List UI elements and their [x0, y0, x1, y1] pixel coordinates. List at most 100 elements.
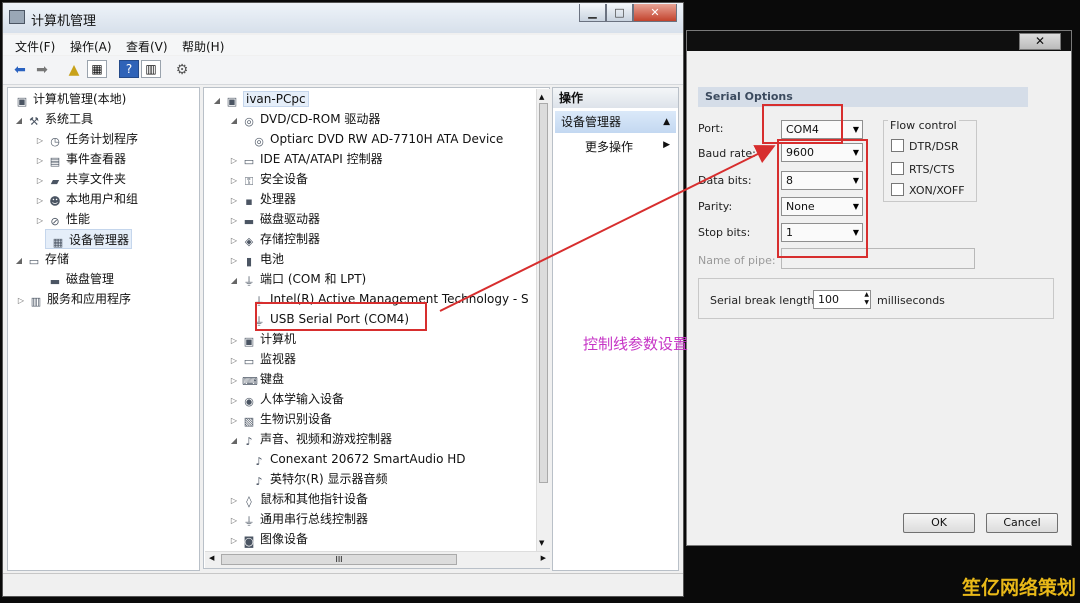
device-category[interactable]: ▷ ⚿ 安全设备 — [229, 169, 308, 189]
collapse-arrow-icon[interactable]: ◢ — [229, 431, 239, 451]
device-category[interactable]: ▷ ▮ 电池 — [229, 249, 284, 269]
collapse-arrow-icon[interactable]: ◢ — [212, 91, 222, 111]
tree-label: 端口 (COM 和 LPT) — [260, 272, 367, 286]
menu-help[interactable]: 帮助(H) — [182, 38, 224, 55]
tree-item-device-manager[interactable]: ▦ 设备管理器 — [45, 229, 133, 249]
collapse-arrow-icon[interactable]: ◢ — [14, 111, 24, 131]
expand-arrow-icon[interactable]: ▷ — [35, 171, 45, 191]
device-category[interactable]: ▷ ▬ 磁盘驱动器 — [229, 209, 320, 229]
tree-label: ivan-PCpc — [243, 91, 309, 107]
tree-label: 计算机 — [260, 332, 297, 346]
expand-arrow-icon[interactable]: ▷ — [229, 191, 239, 211]
tree-item-system-tools[interactable]: ◢ ⚒ 系统工具 — [14, 109, 93, 129]
battery-icon: ▮ — [245, 255, 253, 268]
cancel-button[interactable]: Cancel — [986, 513, 1058, 533]
device-category[interactable]: ▷ ▭ 监视器 — [229, 349, 296, 369]
tree-item-local-users[interactable]: ▷ ☻ 本地用户和组 — [35, 189, 138, 209]
expand-arrow-icon[interactable]: ▷ — [229, 331, 239, 351]
actions-section-device-manager[interactable]: 设备管理器 ▲ — [555, 111, 676, 133]
tree-label: 英特尔(R) 显示器音频 — [270, 472, 388, 486]
actions-pane: 操作 设备管理器 ▲ 更多操作 ▶ — [552, 87, 679, 571]
menu-file[interactable]: 文件(F) — [15, 38, 55, 55]
action-pane-icon[interactable]: ▥ — [141, 60, 161, 78]
collapse-up-icon[interactable]: ▲ — [663, 111, 670, 133]
expand-arrow-icon[interactable]: ▷ — [229, 391, 239, 411]
expand-arrow-icon[interactable]: ▷ — [229, 531, 239, 551]
device-tree-vscrollbar[interactable]: ▲ ▼ — [536, 89, 551, 551]
scroll-right-icon[interactable]: ▶ — [541, 554, 546, 562]
device-item[interactable]: ♪ 英特尔(R) 显示器音频 — [249, 469, 388, 489]
scroll-left-icon[interactable]: ◀ — [209, 554, 214, 562]
device-category[interactable]: ◢ ♪ 声音、视频和游戏控制器 — [229, 429, 392, 449]
expand-arrow-icon[interactable]: ▷ — [229, 491, 239, 511]
device-category[interactable]: ▷ ⏚ 通用串行总线控制器 — [229, 509, 368, 529]
hscroll-thumb[interactable]: III — [221, 554, 457, 565]
device-category[interactable]: ▷ ▭ IDE ATA/ATAPI 控制器 — [229, 149, 383, 169]
collapse-arrow-icon[interactable]: ◢ — [229, 271, 239, 291]
scroll-down-icon[interactable]: ▼ — [539, 539, 544, 547]
expand-arrow-icon[interactable]: ▷ — [229, 411, 239, 431]
tree-item-services-apps[interactable]: ▷ ▥ 服务和应用程序 — [16, 289, 131, 309]
vscroll-thumb[interactable] — [539, 103, 548, 483]
minimize-button[interactable]: ▁ — [579, 4, 606, 22]
collapse-arrow-icon[interactable]: ◢ — [229, 111, 239, 131]
forward-arrow-icon[interactable]: ➡ — [33, 62, 51, 78]
menu-action[interactable]: 操作(A) — [70, 38, 112, 55]
expand-arrow-icon[interactable]: ▷ — [229, 211, 239, 231]
expand-arrow-icon[interactable]: ▷ — [229, 511, 239, 531]
help-icon[interactable]: ? — [119, 60, 139, 78]
device-category[interactable]: ◢ ⏚ 端口 (COM 和 LPT) — [229, 269, 366, 289]
maximize-button[interactable]: □ — [606, 4, 633, 22]
device-category[interactable]: ▷ ◊ 鼠标和其他指针设备 — [229, 489, 368, 509]
device-category[interactable]: ▷ ▪ 处理器 — [229, 189, 296, 209]
tree-item-storage[interactable]: ◢ ▭ 存储 — [14, 249, 69, 269]
tree-item-computer-management[interactable]: ▣ 计算机管理(本地) — [12, 89, 127, 109]
rts-cts-checkbox[interactable]: RTS/CTS — [891, 162, 955, 176]
up-folder-icon[interactable]: ▲ — [65, 62, 83, 78]
device-category[interactable]: ▷ ◉ 人体学输入设备 — [229, 389, 344, 409]
ok-button[interactable]: OK — [903, 513, 975, 533]
more-actions-item[interactable]: 更多操作 — [585, 138, 633, 155]
expand-arrow-icon[interactable]: ▷ — [35, 131, 45, 151]
device-category[interactable]: ▷ ◈ 存储控制器 — [229, 229, 320, 249]
close-button[interactable]: ✕ — [633, 4, 677, 22]
back-arrow-icon[interactable]: ⬅ — [11, 62, 29, 78]
expand-arrow-icon[interactable]: ▷ — [35, 191, 45, 211]
console-tree-icon[interactable]: ▦ — [87, 60, 107, 78]
menu-view[interactable]: 查看(V) — [126, 38, 168, 55]
device-category[interactable]: ▷ ⌨ 键盘 — [229, 369, 284, 389]
device-category[interactable]: ◢ ◎ DVD/CD-ROM 驱动器 — [229, 109, 381, 131]
dtr-dsr-checkbox[interactable]: DTR/DSR — [891, 139, 959, 153]
expand-arrow-icon[interactable]: ▷ — [229, 251, 239, 271]
device-category[interactable]: ▷ ◙ 图像设备 — [229, 529, 308, 549]
tree-item-shared-folders[interactable]: ▷ ▰ 共享文件夹 — [35, 169, 126, 189]
expand-arrow-icon[interactable]: ▷ — [229, 371, 239, 391]
dialog-close-button[interactable]: ✕ — [1019, 33, 1061, 50]
tree-label: 存储控制器 — [260, 232, 321, 246]
expand-arrow-icon[interactable]: ▷ — [229, 151, 239, 171]
break-length-spinner[interactable]: 100 ▲ ▼ — [813, 290, 871, 309]
expand-arrow-icon[interactable]: ▷ — [35, 211, 45, 231]
expand-arrow-icon[interactable]: ▷ — [229, 171, 239, 191]
device-category[interactable]: ▷ ▣ 计算机 — [229, 329, 296, 349]
tree-item-performance[interactable]: ▷ ⊘ 性能 — [35, 209, 90, 229]
expand-arrow-icon[interactable]: ▷ — [229, 351, 239, 371]
spinner-arrows-icon[interactable]: ▲ ▼ — [864, 291, 869, 307]
scroll-up-icon[interactable]: ▲ — [539, 93, 544, 101]
scan-hardware-icon[interactable]: ⚙ — [173, 62, 191, 78]
device-tree-hscrollbar[interactable]: ◀ III ▶ — [205, 551, 550, 568]
tree-item-task-scheduler[interactable]: ▷ ◷ 任务计划程序 — [35, 129, 138, 149]
device-item[interactable]: ♪ Conexant 20672 SmartAudio HD — [249, 449, 465, 469]
submenu-arrow-icon[interactable]: ▶ — [663, 140, 670, 150]
expand-arrow-icon[interactable]: ▷ — [35, 151, 45, 171]
tools-icon: ⚒ — [29, 115, 39, 128]
device-root[interactable]: ◢ ▣ ivan-PCpc — [212, 89, 309, 109]
xon-xoff-checkbox[interactable]: XON/XOFF — [891, 183, 965, 197]
device-item[interactable]: ◎ Optiarc DVD RW AD-7710H ATA Device — [249, 129, 503, 149]
tree-item-disk-management[interactable]: ▬ 磁盘管理 — [45, 269, 114, 289]
expand-arrow-icon[interactable]: ▷ — [229, 231, 239, 251]
tree-item-event-viewer[interactable]: ▷ ▤ 事件查看器 — [35, 149, 126, 169]
expand-arrow-icon[interactable]: ▷ — [16, 291, 26, 311]
collapse-arrow-icon[interactable]: ◢ — [14, 251, 24, 271]
device-category[interactable]: ▷ ▧ 生物识别设备 — [229, 409, 332, 429]
